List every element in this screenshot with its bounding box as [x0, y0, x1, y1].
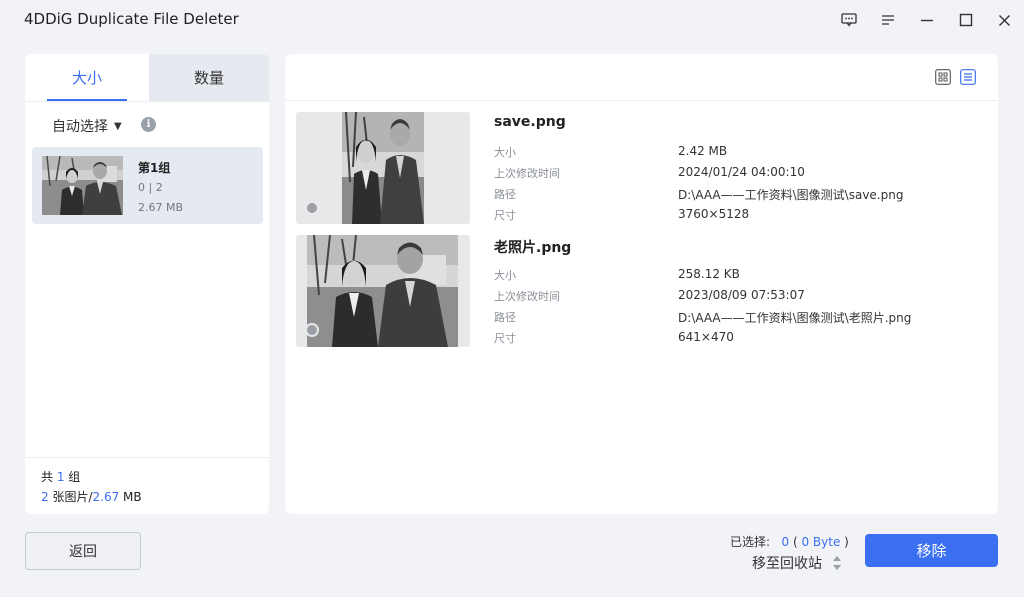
- title-bar: 4DDiG Duplicate File Deleter: [0, 0, 1024, 40]
- list-view-button[interactable]: [959, 68, 977, 86]
- image-summary: 2 张图片/2.67 MB: [41, 490, 142, 504]
- file-dimensions: 3760×5128: [678, 207, 750, 221]
- divider: [285, 100, 998, 101]
- close-icon: [999, 14, 1010, 26]
- file-item: save.png 大小 2.42 MB 上次修改时间 2024/01/24 04…: [296, 112, 988, 225]
- caret-down-icon: ▼: [114, 120, 122, 132]
- minimize-button[interactable]: [907, 0, 946, 40]
- file-modified: 2024/01/24 04:00:10: [678, 165, 805, 179]
- dimensions-label: 尺寸: [494, 209, 516, 222]
- group-selected-count: 0 | 2: [138, 181, 163, 194]
- back-button[interactable]: 返回: [25, 532, 141, 570]
- file-dimensions: 641×470: [678, 330, 734, 344]
- file-thumbnail[interactable]: [296, 235, 470, 347]
- auto-select-label: 自动选择: [52, 119, 108, 135]
- group-thumbnail: [42, 156, 123, 215]
- file-size: 258.12 KB: [678, 267, 740, 281]
- dimensions-label: 尺寸: [494, 332, 516, 345]
- modified-label: 上次修改时间: [494, 290, 560, 303]
- file-name: 老照片.png: [494, 240, 572, 256]
- minimize-icon: [920, 19, 933, 22]
- total-size: 2.67: [92, 490, 120, 504]
- divider: [25, 101, 269, 102]
- size-label: 大小: [494, 146, 516, 159]
- modified-label: 上次修改时间: [494, 167, 560, 180]
- remove-button[interactable]: 移除: [865, 534, 998, 567]
- file-name: save.png: [494, 114, 566, 130]
- feedback-icon: [840, 13, 857, 27]
- image-count: 2: [41, 490, 49, 504]
- updown-arrows-icon: [832, 555, 842, 571]
- tab-count[interactable]: 数量: [149, 54, 269, 101]
- window-controls: [829, 0, 1024, 40]
- file-thumbnail[interactable]: [296, 112, 470, 224]
- file-path: D:\AAA——工作资料\图像测试\老照片.png: [678, 311, 912, 325]
- selected-size: 0 Byte: [801, 535, 841, 549]
- summary: 共 1 组 2 张图片/2.67 MB: [25, 457, 269, 514]
- group-name: 第1组: [138, 161, 171, 175]
- size-label: 大小: [494, 269, 516, 282]
- tab-count-label: 数量: [193, 69, 224, 87]
- group-summary: 共 1 组: [41, 470, 81, 484]
- group-size: 2.67 MB: [138, 201, 184, 214]
- tab-size[interactable]: 大小: [25, 54, 149, 101]
- file-path: D:\AAA——工作资料\图像测试\save.png: [678, 188, 904, 202]
- maximize-button[interactable]: [946, 0, 985, 40]
- menu-button[interactable]: [868, 0, 907, 40]
- maximize-icon: [959, 13, 972, 27]
- file-modified: 2023/08/09 07:53:07: [678, 288, 805, 302]
- selected-count: 0: [781, 535, 790, 549]
- file-size: 2.42 MB: [678, 144, 728, 158]
- grid-view-button[interactable]: [934, 68, 952, 86]
- auto-select-dropdown[interactable]: 自动选择 ▼: [52, 116, 122, 136]
- group-item[interactable]: 第1组 0 | 2 2.67 MB: [32, 147, 263, 224]
- menu-icon: [881, 15, 894, 25]
- selected-info: 已选择: 0 ( 0 Byte ): [730, 535, 849, 549]
- feedback-button[interactable]: [829, 0, 868, 40]
- file-list-panel: save.png 大小 2.42 MB 上次修改时间 2024/01/24 04…: [285, 54, 998, 514]
- app-title: 4DDiG Duplicate File Deleter: [24, 10, 239, 28]
- selected-label: 已选择:: [730, 535, 771, 549]
- file-select-radio[interactable]: [305, 201, 319, 215]
- path-label: 路径: [494, 311, 516, 324]
- recycle-label: 移至回收站: [752, 556, 822, 572]
- sort-tabs: 大小 数量: [25, 54, 269, 101]
- group-panel: 大小 数量 自动选择 ▼ i 第1组 0 | 2 2.67 MB 共 1 组 2…: [25, 54, 269, 514]
- close-button[interactable]: [985, 0, 1024, 40]
- grid-view-icon: [935, 69, 951, 85]
- file-item: 老照片.png 大小 258.12 KB 上次修改时间 2023/08/09 0…: [296, 235, 988, 348]
- delete-mode-select[interactable]: 移至回收站: [752, 553, 842, 573]
- list-view-icon: [960, 69, 976, 85]
- tab-size-label: 大小: [71, 69, 102, 87]
- path-label: 路径: [494, 188, 516, 201]
- info-icon[interactable]: i: [141, 117, 156, 132]
- file-select-radio[interactable]: [305, 323, 319, 337]
